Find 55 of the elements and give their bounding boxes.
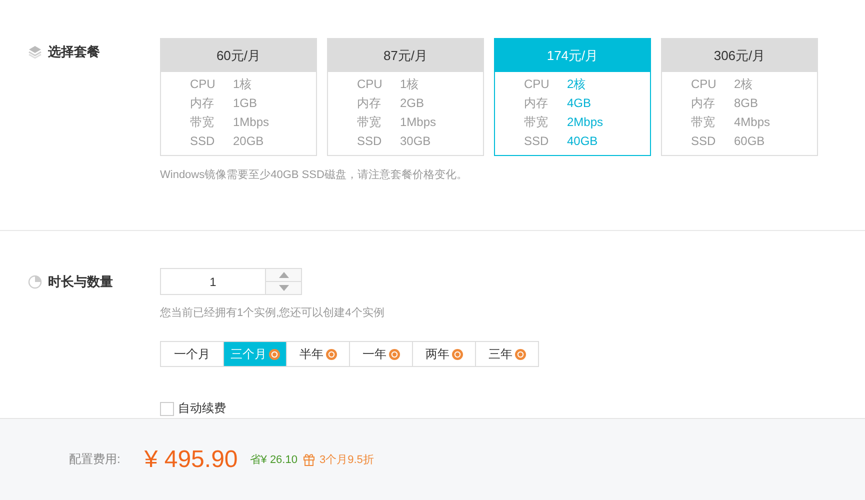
spec-label: 带宽 <box>190 114 215 131</box>
plan-card[interactable]: 60元/月 CPU 1核 内存 1GB 带宽 1Mbps SSD 20GB <box>160 38 317 156</box>
spec-label: 内存 <box>524 95 549 112</box>
note-text: Windows镜像需要至少40GB SSD磁盘，请注意套餐价格变化。 <box>160 168 468 182</box>
info-text: 您当前已经拥有1个实例,您还可以创建4个实例 <box>160 306 386 320</box>
pie-clock-icon <box>28 275 42 289</box>
spec-value: 2核 <box>567 76 587 93</box>
spec-value: 1Mbps <box>400 114 438 131</box>
gift-icon <box>303 453 316 466</box>
spec-label: 带宽 <box>524 114 549 131</box>
spec-label: SSD <box>524 133 550 150</box>
spec-label: 带宽 <box>691 114 716 131</box>
spec-value: 4Mbps <box>734 114 772 131</box>
layers-icon <box>28 45 42 59</box>
section-title: 选择套餐 <box>48 43 100 61</box>
spec-value: 4GB <box>567 95 592 112</box>
spec-label: 带宽 <box>357 114 382 131</box>
plan-card[interactable]: 87元/月 CPU 1核 内存 2GB 带宽 1Mbps SSD 30GB <box>327 38 484 156</box>
plan-card[interactable]: 306元/月 CPU 2核 内存 8GB 带宽 4Mbps SSD 60GB <box>661 38 818 156</box>
spec-value: 1核 <box>400 76 420 93</box>
caret-up-icon <box>278 272 288 278</box>
spec-value: 2Mbps <box>567 114 604 131</box>
spec-label: 内存 <box>357 95 382 112</box>
promo-text: 3个月9.5折 <box>319 453 374 467</box>
caret-down-icon <box>278 285 288 291</box>
spec-value: 1GB <box>233 95 258 112</box>
plan-price: 306元/月 <box>662 39 817 72</box>
auto-renew-checkbox[interactable] <box>160 402 174 416</box>
spec-label: CPU <box>524 76 550 93</box>
spec-value: 1核 <box>233 76 253 93</box>
checkbox-label: 自动续费 <box>178 400 226 417</box>
spec-value: 1Mbps <box>233 114 270 131</box>
spec-label: SSD <box>357 133 383 150</box>
spec-value: 30GB <box>400 133 432 150</box>
spec-label: SSD <box>190 133 216 150</box>
spec-value: 60GB <box>734 133 766 150</box>
section-title: 时长与数量 <box>48 273 113 291</box>
spec-value: 20GB <box>233 133 265 150</box>
spec-label: CPU <box>691 76 718 93</box>
spec-value: 2核 <box>734 76 754 93</box>
spec-value: 2GB <box>400 95 426 112</box>
spec-label: 内存 <box>190 95 215 112</box>
spec-label: SSD <box>691 133 717 150</box>
spec-value: 40GB <box>567 133 599 150</box>
price-label: 配置费用: <box>69 451 120 468</box>
saving-text: 省¥ 26.10 <box>250 453 298 467</box>
spec-value: 8GB <box>734 95 760 112</box>
plan-price: 87元/月 <box>328 39 483 72</box>
plan-price: 174元/月 <box>495 39 650 72</box>
total-price: ¥ 495.90 <box>144 446 238 474</box>
quantity-field[interactable]: 1 <box>160 268 302 295</box>
spec-label: 内存 <box>691 95 716 112</box>
plan-price: 60元/月 <box>161 39 316 72</box>
spec-label: CPU <box>357 76 384 93</box>
spec-label: CPU <box>190 76 216 93</box>
